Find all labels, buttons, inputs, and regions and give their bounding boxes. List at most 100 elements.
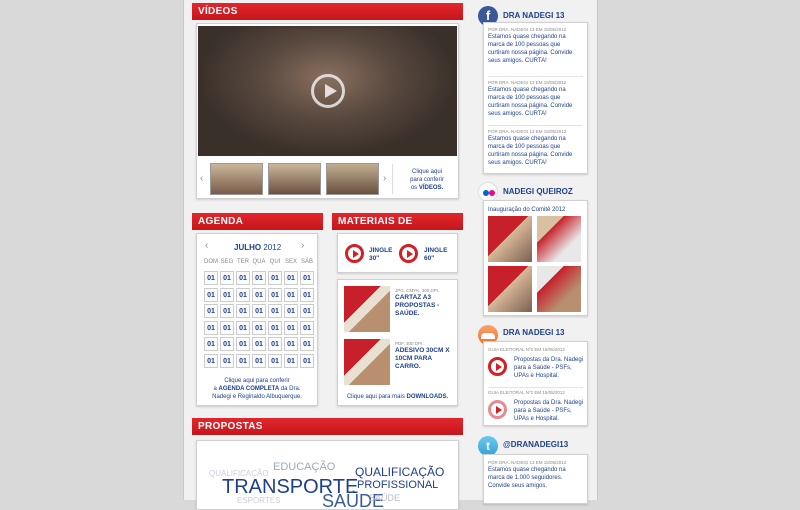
audio-item[interactable]: GUIA ELEITORAL Nº2 EM 15/05/2012 Propost… [488, 387, 583, 422]
calendar-day[interactable]: 01 [204, 304, 218, 319]
calendar-day[interactable]: 01 [268, 271, 282, 285]
calendar-day[interactable]: 01 [236, 320, 250, 335]
next-month-icon[interactable]: › [301, 240, 304, 251]
flickr-photo[interactable] [537, 266, 581, 312]
calendar-day[interactable]: 01 [284, 287, 298, 302]
calendar-day[interactable]: 01 [252, 320, 266, 335]
download-item-2[interactable]: PDF, 300 DPI. ADESIVO 30CM X 10CM PARA C… [395, 341, 455, 371]
jingle-1[interactable]: JINGLE 30'' [369, 247, 392, 263]
calendar-day[interactable]: 01 [220, 271, 234, 285]
calendar-day[interactable]: 01 [236, 337, 250, 352]
calendar-day[interactable]: 01 [268, 287, 282, 302]
tweet[interactable]: POR DRA. NADEGI 13 EM 15/05/2012 Estamos… [488, 460, 584, 490]
flickr-icon[interactable] [478, 182, 498, 202]
calendar-day-header: SEG [220, 259, 234, 265]
videos-cta-link[interactable]: Clique aqui para conferir os VÍDEOS. [398, 168, 456, 192]
calendar-day-header: QUA [252, 259, 266, 265]
calendar-day[interactable]: 01 [204, 271, 218, 285]
video-thumbnail[interactable] [326, 163, 379, 195]
calendar-day[interactable]: 01 [268, 320, 282, 335]
calendar-day[interactable]: 01 [220, 337, 234, 352]
calendar-day[interactable]: 01 [300, 287, 314, 302]
play-jingle-icon[interactable] [345, 244, 364, 263]
calendar-day[interactable]: 01 [252, 287, 266, 302]
poster-thumbnail[interactable] [344, 286, 390, 332]
audio-item[interactable]: GUIA ELEITORAL Nº2 EM 15/05/2012 Propost… [488, 347, 583, 379]
twitter-title: @DRANADEGI13 [503, 440, 569, 449]
calendar-day[interactable]: 01 [252, 337, 266, 352]
agenda-header: AGENDA [192, 213, 323, 230]
play-audio-icon[interactable] [488, 357, 507, 376]
calendar-day[interactable]: 01 [284, 320, 298, 335]
calendar-day[interactable]: 01 [252, 271, 266, 285]
album-title[interactable]: Inauguração do Comitê 2012 [488, 206, 565, 214]
calendar-day[interactable]: 01 [204, 287, 218, 302]
video-player[interactable] [198, 26, 457, 156]
play-jingle-icon[interactable] [399, 244, 418, 263]
cta-line: Nadegi e Reginaldo Albuquerque. [212, 394, 302, 400]
calendar-day[interactable]: 01 [220, 354, 234, 368]
calendar-day[interactable]: 01 [300, 320, 314, 335]
calendar-day[interactable]: 01 [252, 304, 266, 319]
video-thumbnail[interactable] [210, 163, 263, 195]
calendar-day[interactable]: 01 [268, 304, 282, 319]
cta-bold: VÍDEOS. [418, 185, 444, 191]
flickr-photo[interactable] [488, 216, 532, 262]
prev-month-icon[interactable]: ‹ [205, 240, 208, 251]
cta-line: Clique aqui [411, 169, 443, 175]
calendar-day[interactable]: 01 [300, 337, 314, 352]
cta-line: os [410, 185, 418, 191]
calendar-day[interactable]: 01 [204, 354, 218, 368]
cloud-word: SAÚDE [369, 493, 401, 503]
divider [392, 164, 393, 194]
video-thumbnail[interactable] [268, 163, 321, 195]
download-item-1[interactable]: JPG, CMYK, 300 DPI. CARTAZ A3 PROPOSTAS … [395, 288, 455, 318]
flickr-title: NADEGI QUEIROZ [503, 187, 573, 196]
calendar-day[interactable]: 01 [300, 271, 314, 285]
calendar-day-header: DOM [204, 259, 218, 265]
calendar-day[interactable]: 01 [284, 354, 298, 368]
calendar-day[interactable]: 01 [284, 271, 298, 285]
downloads-link[interactable]: Clique aqui para mais DOWNLOADS. [340, 393, 455, 401]
flickr-photo[interactable] [488, 266, 532, 312]
calendar-day-header: QUI [269, 259, 281, 265]
prev-arrow-icon[interactable]: ‹ [200, 173, 203, 184]
calendar-month: JULHO 2012 [234, 243, 282, 252]
agenda-cta-link[interactable]: Clique aqui para conferir a AGENDA COMPL… [200, 377, 314, 401]
post-text: Estamos quase chegando na marca de 100 p… [488, 34, 573, 64]
facebook-post[interactable]: POR DRA. NADEGI 13 EM 15/05/2012 Estamos … [488, 76, 583, 118]
calendar-day[interactable]: 01 [236, 304, 250, 319]
calendar-day-header: TER [237, 259, 249, 265]
calendar-day[interactable]: 01 [220, 320, 234, 335]
facebook-post[interactable]: POR DRA. NADEGI 13 EM 15/05/2012 Estamos … [488, 125, 583, 167]
calendar-day[interactable]: 01 [236, 354, 250, 368]
sticker-thumbnail[interactable] [344, 339, 390, 385]
calendar-day[interactable]: 01 [220, 304, 234, 319]
twitter-icon[interactable]: t [478, 436, 498, 456]
calendar-day[interactable]: 01 [236, 287, 250, 302]
flickr-photo[interactable] [537, 216, 581, 262]
play-audio-icon[interactable] [488, 400, 507, 419]
materiais-header: MATERIAIS DE CAMPANHA [332, 213, 463, 244]
calendar-day[interactable]: 01 [300, 354, 314, 368]
facebook-post[interactable]: POR DRA. NADEGI 13 EM 15/05/2012 Estamos … [488, 27, 583, 65]
post-text: Estamos quase chegando na marca de 100 p… [488, 87, 573, 117]
cloud-word: ESPORTES [237, 496, 281, 505]
calendar-day[interactable]: 01 [204, 337, 218, 352]
calendar-day-header: SEX [284, 259, 297, 265]
calendar-day[interactable]: 01 [268, 337, 282, 352]
calendar-day[interactable]: 01 [220, 287, 234, 302]
calendar-day[interactable]: 01 [284, 304, 298, 319]
post-text: Estamos quase chegando na marca de 100 p… [488, 136, 573, 166]
calendar-day[interactable]: 01 [300, 304, 314, 319]
calendar-day[interactable]: 01 [236, 271, 250, 285]
play-icon[interactable] [310, 74, 345, 108]
calendar-day[interactable]: 01 [252, 354, 266, 368]
jingle-2[interactable]: JINGLE 60'' [424, 247, 447, 263]
cta-line: para conferir [410, 177, 444, 183]
next-arrow-icon[interactable]: › [383, 173, 386, 184]
calendar-day[interactable]: 01 [268, 354, 282, 368]
soundcloud-title: DRA NADEGI 13 [503, 328, 565, 337]
calendar-day[interactable]: 01 [284, 337, 298, 352]
calendar-day[interactable]: 01 [204, 320, 218, 335]
